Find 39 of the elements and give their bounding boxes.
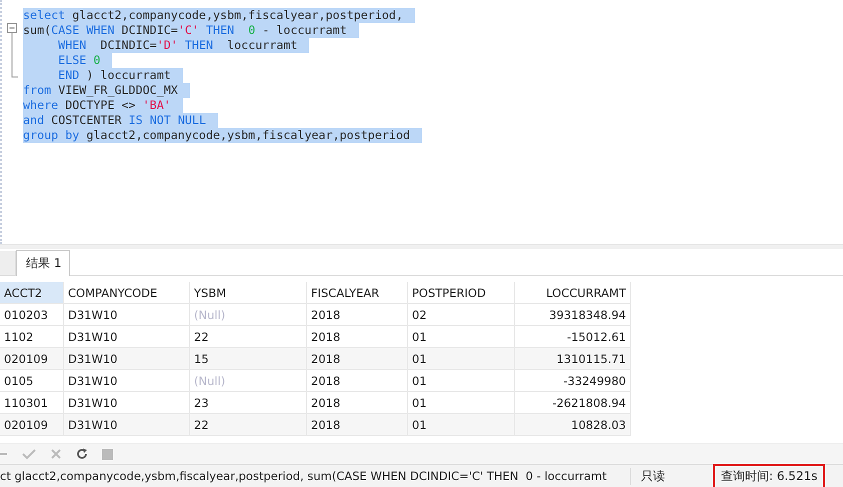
column-header[interactable]: ACCT2 bbox=[0, 282, 64, 304]
table-cell: 2018 bbox=[306, 348, 408, 370]
table-cell: (Null) bbox=[190, 370, 306, 392]
refresh-icon[interactable] bbox=[76, 448, 88, 460]
status-sql-text: ct glacct2,companycode,ysbm,fiscalyear,postperiod, sum(CASE WHEN DCINDIC='C' THEN 0 - loccurramt bbox=[0, 469, 608, 483]
table-cell: D31W10 bbox=[64, 304, 190, 326]
status-mode-text: 只读 bbox=[630, 468, 709, 484]
table-cell: 02 bbox=[408, 304, 514, 326]
column-header[interactable]: POSTPERIOD bbox=[408, 282, 514, 304]
table-cell: -33249980 bbox=[514, 370, 630, 392]
column-header[interactable]: YSBM bbox=[190, 282, 306, 304]
table-cell: 01 bbox=[408, 348, 514, 370]
column-header[interactable]: FISCALYEAR bbox=[306, 282, 408, 304]
tab-edge[interactable] bbox=[0, 251, 16, 275]
check-icon[interactable] bbox=[22, 448, 36, 460]
column-header[interactable]: LOCCURRAMT bbox=[514, 282, 630, 304]
result-tab[interactable]: 结果 1 bbox=[16, 250, 70, 276]
table-cell: 10828.03 bbox=[514, 414, 630, 436]
table-cell: D31W10 bbox=[64, 348, 190, 370]
table-cell: 2018 bbox=[306, 304, 408, 326]
table-cell: 01 bbox=[408, 370, 514, 392]
table-cell: 01 bbox=[408, 414, 514, 436]
table-cell: 22 bbox=[190, 414, 306, 436]
table-cell: (Null) bbox=[190, 304, 306, 326]
table-cell: 39318348.94 bbox=[514, 304, 630, 326]
column-header[interactable]: COMPANYCODE bbox=[64, 282, 190, 304]
table-cell: 0105 bbox=[0, 370, 64, 392]
query-time-text: 查询时间: 6.521s bbox=[713, 464, 826, 487]
table-cell: 020109 bbox=[0, 348, 64, 370]
table-cell: 2018 bbox=[306, 370, 408, 392]
table-cell: 15 bbox=[190, 348, 306, 370]
table-cell: 1310115.71 bbox=[514, 348, 630, 370]
close-icon[interactable] bbox=[50, 448, 62, 460]
table-cell: 020109 bbox=[0, 414, 64, 436]
stop-icon[interactable] bbox=[102, 448, 113, 460]
table-cell: 2018 bbox=[306, 414, 408, 436]
table-cell: D31W10 bbox=[64, 414, 190, 436]
table-cell: D31W10 bbox=[64, 370, 190, 392]
table-cell: 010203 bbox=[0, 304, 64, 326]
